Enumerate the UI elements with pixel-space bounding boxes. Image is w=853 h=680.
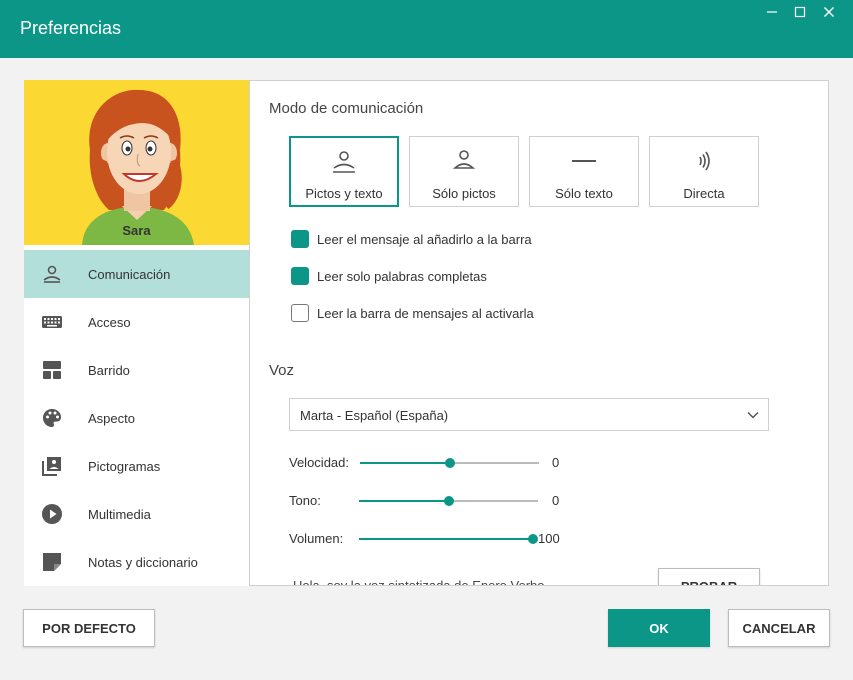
pictograms-icon — [42, 457, 61, 476]
sidebar-item-label: Notas y diccionario — [88, 554, 198, 570]
sidebar-item-label: Acceso — [88, 314, 131, 330]
speed-value: 0 — [552, 455, 560, 470]
speed-slider-row: Velocidad: 0 — [289, 452, 569, 472]
volume-slider-row: Volumen: 100 — [289, 528, 569, 548]
ok-button[interactable]: OK — [608, 609, 710, 647]
option-read-bar-on-activate[interactable]: Leer la barra de mensajes al activarla — [291, 303, 534, 323]
checkbox-checked[interactable] — [291, 267, 309, 285]
volume-label: Volumen: — [289, 531, 344, 546]
sidebar-item-acceso[interactable]: Acceso — [24, 298, 249, 346]
pitch-slider[interactable] — [359, 496, 538, 506]
text-line-icon — [572, 160, 596, 162]
checkbox-unchecked[interactable] — [291, 304, 309, 322]
mode-label: Pictos y texto — [305, 186, 383, 201]
communication-mode-title: Modo de comunicación — [269, 100, 424, 117]
default-button[interactable]: POR DEFECTO — [23, 609, 155, 647]
checkbox-checked[interactable] — [291, 230, 309, 248]
sidebar-item-multimedia[interactable]: Multimedia — [24, 490, 249, 538]
maximize-icon — [794, 6, 806, 18]
pitch-label: Tono: — [289, 493, 321, 508]
voice-test-text: Hola, soy la voz sintetizada de Enero Ve… — [293, 578, 545, 586]
sidebar-item-label: Aspecto — [88, 410, 135, 426]
volume-slider-fill — [359, 538, 533, 540]
person-text-icon — [333, 151, 355, 173]
cancel-button[interactable]: CANCELAR — [728, 609, 830, 647]
minimize-icon — [767, 11, 777, 13]
mode-card-pictos-texto[interactable]: Pictos y texto — [289, 136, 399, 207]
mode-label: Directa — [683, 186, 725, 201]
test-voice-button[interactable]: PROBAR — [658, 568, 760, 585]
sidebar-item-aspecto[interactable]: Aspecto — [24, 394, 249, 442]
pitch-value: 0 — [552, 493, 560, 508]
sidebar-item-label: Comunicación — [88, 266, 171, 282]
sidebar-item-barrido[interactable]: Barrido — [24, 346, 249, 394]
option-label: Leer solo palabras completas — [317, 268, 487, 284]
speed-slider-thumb[interactable] — [444, 458, 455, 468]
pitch-slider-fill — [359, 500, 449, 502]
mode-label: Sólo pictos — [432, 186, 496, 201]
pitch-slider-row: Tono: 0 — [289, 490, 569, 510]
avatar-illustration — [82, 89, 194, 245]
play-icon — [42, 504, 62, 524]
option-read-on-add[interactable]: Leer el mensaje al añadirlo a la barra — [291, 229, 532, 249]
palette-icon — [43, 409, 61, 427]
scan-icon — [43, 361, 61, 379]
sidebar: Sara Comunicación Acceso Barrido Aspecto… — [24, 80, 249, 586]
title-bar: Preferencias — [0, 0, 853, 58]
speech-waves-icon — [699, 151, 710, 171]
speed-label: Velocidad: — [289, 455, 349, 470]
sidebar-item-comunicacion[interactable]: Comunicación — [24, 250, 249, 298]
volume-value: 100 — [538, 531, 560, 546]
chevron-down-icon — [747, 411, 759, 419]
person-icon — [452, 150, 476, 169]
sidebar-item-label: Multimedia — [88, 506, 151, 522]
mode-card-solo-pictos[interactable]: Sólo pictos — [409, 136, 519, 207]
mode-card-solo-texto[interactable]: Sólo texto — [529, 136, 639, 207]
keyboard-icon — [42, 316, 62, 328]
close-icon — [824, 7, 834, 17]
speed-slider-fill — [360, 462, 450, 464]
speed-slider[interactable] — [360, 458, 539, 468]
sidebar-item-notas[interactable]: Notas y diccionario — [24, 538, 249, 586]
mode-card-directa[interactable]: Directa — [649, 136, 759, 207]
option-read-whole-words[interactable]: Leer solo palabras completas — [291, 266, 487, 286]
sidebar-item-pictogramas[interactable]: Pictogramas — [24, 442, 249, 490]
mode-label: Sólo texto — [555, 186, 613, 201]
volume-slider[interactable] — [359, 534, 538, 544]
sidebar-item-label: Barrido — [88, 362, 130, 378]
person-icon — [43, 265, 61, 283]
profile-avatar[interactable]: Sara — [24, 80, 249, 245]
content-panel: Modo de comunicación Pictos y texto Sólo… — [249, 80, 829, 586]
pitch-slider-thumb[interactable] — [443, 496, 454, 506]
volume-slider-thumb[interactable] — [528, 534, 538, 544]
option-label: Leer la barra de mensajes al activarla — [317, 305, 534, 321]
sidebar-item-label: Pictogramas — [88, 458, 161, 474]
note-icon — [43, 553, 61, 571]
voice-select[interactable]: Marta - Español (España) — [289, 398, 769, 431]
voice-select-value: Marta - Español (España) — [300, 408, 449, 423]
option-label: Leer el mensaje al añadirlo a la barra — [317, 231, 532, 247]
voice-title: Voz — [269, 362, 295, 379]
window-title: Preferencias — [20, 18, 122, 38]
close-button[interactable] — [806, 0, 852, 24]
profile-name: Sara — [122, 223, 151, 238]
